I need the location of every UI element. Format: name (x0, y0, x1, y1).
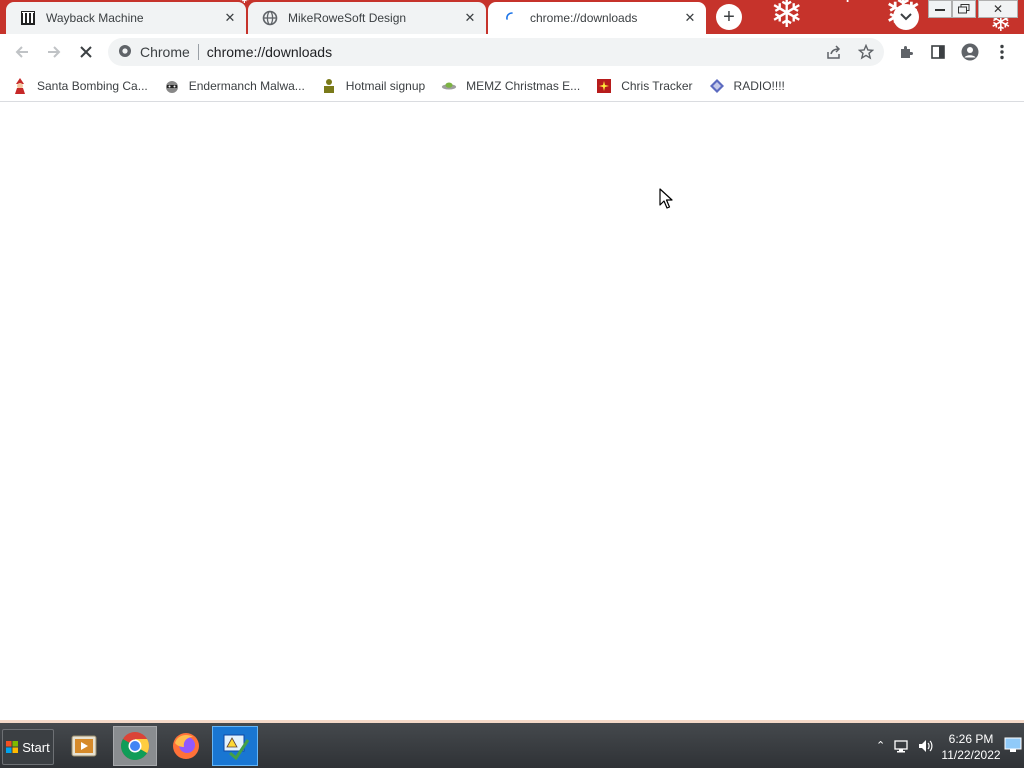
bookmark-santa-bombing[interactable]: Santa Bombing Ca... (12, 77, 148, 94)
avatar-icon (961, 43, 979, 61)
santa-icon (12, 77, 28, 94)
bookmarks-bar: Santa Bombing Ca... Endermanch Malwa... … (0, 70, 1024, 102)
bookmark-label: Chris Tracker (621, 78, 693, 93)
bookmark-endermanch-malware[interactable]: Endermanch Malwa... (164, 78, 305, 94)
bookmark-star-button[interactable] (852, 38, 880, 66)
plus-icon: + (723, 5, 735, 28)
close-icon: ✕ (992, 2, 1004, 16)
kebab-menu-icon (1000, 44, 1004, 60)
tab-mikerowesoft-design[interactable]: MikeRoweSoft Design ✕ (248, 2, 486, 34)
forward-button[interactable] (40, 38, 68, 66)
menu-button[interactable] (988, 38, 1016, 66)
minimize-button[interactable] (928, 0, 952, 18)
bookmark-label: RADIO!!!! (733, 78, 785, 93)
tab-wayback-machine[interactable]: Wayback Machine ✕ (6, 2, 246, 34)
profile-button[interactable] (956, 38, 984, 66)
person-icon (321, 78, 337, 94)
taskbar-chrome[interactable] (113, 726, 157, 766)
ufo-icon (441, 78, 457, 94)
extensions-button[interactable] (892, 38, 920, 66)
stop-loading-button[interactable] (72, 38, 100, 66)
taskbar-firefox[interactable] (164, 726, 208, 766)
taskbar-media-player[interactable] (62, 726, 106, 766)
tab-title: MikeRoweSoft Design (288, 11, 407, 25)
arrow-right-icon (48, 46, 61, 58)
volume-icon[interactable] (917, 738, 933, 754)
back-button[interactable] (8, 38, 36, 66)
tab-title: Wayback Machine (46, 11, 144, 25)
browser-toolbar: Chrome chrome://downloads (0, 34, 1024, 70)
start-label: Start (22, 739, 50, 755)
chrome-logo-icon (118, 44, 132, 61)
bookmark-label: Santa Bombing Ca... (37, 78, 148, 93)
network-icon[interactable] (893, 738, 909, 754)
stop-x-icon (80, 46, 92, 58)
close-tab-icon[interactable]: ✕ (222, 10, 238, 26)
star-icon (858, 44, 874, 60)
side-panel-button[interactable] (924, 38, 952, 66)
puzzle-icon (901, 46, 913, 58)
snowflake-decoration-icon: ❄ (835, 0, 860, 8)
globe-icon (262, 10, 278, 26)
bookmark-chris-tracker[interactable]: Chris Tracker (596, 78, 693, 94)
tab-chrome-downloads[interactable]: chrome://downloads ✕ (488, 2, 706, 34)
system-tray: ⌃ (870, 723, 933, 768)
restore-button[interactable] (952, 0, 976, 18)
bookmark-memz-christmas[interactable]: MEMZ Christmas E... (441, 78, 580, 94)
red-card-icon (596, 78, 612, 94)
bookmark-label: Endermanch Malwa... (188, 78, 305, 93)
tab-strip: ❄ ❄ ❄ ❄ ❄ Wayback Machine ✕ MikeRoweSoft… (0, 0, 1024, 34)
share-button[interactable] (820, 38, 848, 66)
tab-title: chrome://downloads (530, 11, 638, 25)
site-chip-label: Chrome (140, 44, 190, 60)
taskbar-action-center[interactable] (212, 726, 258, 766)
arrow-left-icon (15, 46, 28, 58)
minimize-icon (935, 9, 945, 11)
snowflake-decoration-icon: ❄ (770, 0, 804, 34)
omnibox-divider (197, 44, 199, 60)
share-icon (827, 45, 841, 59)
start-button[interactable]: Start (2, 729, 54, 765)
clock-time: 6:26 PM (948, 732, 994, 746)
diamond-icon (709, 78, 725, 94)
new-tab-button[interactable]: + (716, 4, 742, 30)
close-window-button[interactable]: ✕ (978, 0, 1018, 18)
bookmark-label: Hotmail signup (345, 78, 426, 93)
tab-search-button[interactable] (893, 4, 919, 30)
restore-icon (958, 4, 970, 14)
show-desktop-icon[interactable] (1004, 737, 1022, 753)
loading-spinner-icon (504, 10, 520, 26)
chevron-down-icon (900, 13, 912, 21)
side-panel-icon (931, 45, 945, 59)
bookmark-radio[interactable]: RADIO!!!! (709, 78, 785, 94)
close-tab-icon[interactable]: ✕ (682, 10, 698, 26)
windows-logo-icon (6, 741, 19, 753)
security-check-icon (223, 734, 250, 761)
address-bar[interactable]: Chrome chrome://downloads (108, 38, 884, 66)
taskbar: Start ⌃ 6:26 PM 11/22/2022 (0, 720, 1024, 768)
firefox-icon (173, 733, 199, 759)
close-tab-icon[interactable]: ✕ (462, 10, 478, 26)
clock-date: 11/22/2022 (941, 748, 1001, 762)
bookmark-hotmail-signup[interactable]: Hotmail signup (321, 78, 425, 94)
taskbar-clock[interactable]: 6:26 PM 11/22/2022 (938, 731, 1004, 763)
bookmark-label: MEMZ Christmas E... (466, 78, 581, 93)
raccoon-icon (164, 78, 180, 94)
media-player-icon (71, 735, 97, 757)
wayback-icon (20, 10, 36, 26)
url-text[interactable]: chrome://downloads (207, 44, 332, 60)
mouse-pointer-icon (659, 188, 673, 209)
show-hidden-icons-icon[interactable]: ⌃ (876, 739, 885, 752)
chrome-icon (121, 732, 149, 760)
page-content-area[interactable] (0, 103, 1024, 720)
